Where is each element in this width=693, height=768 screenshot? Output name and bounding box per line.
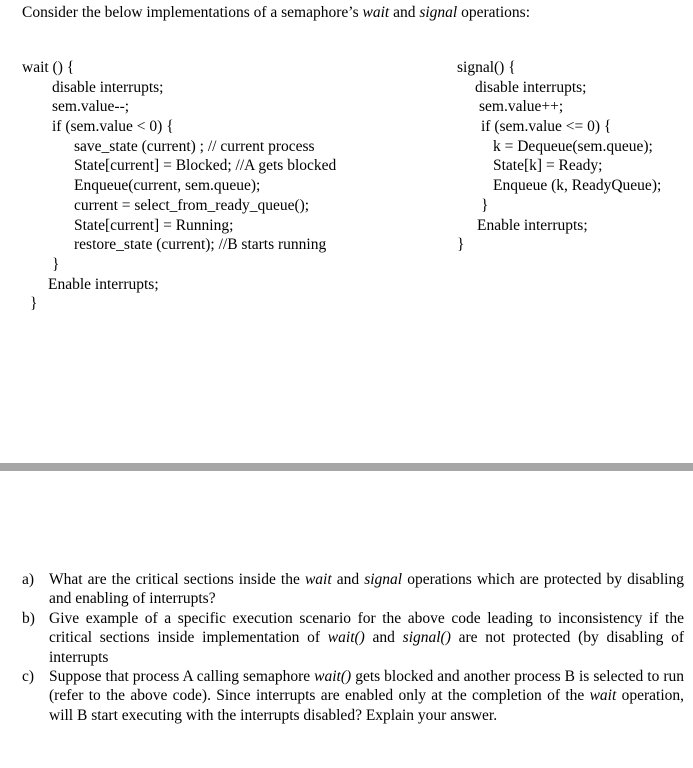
- question-emphasis: wait(): [314, 668, 352, 686]
- signal-code-line: }: [457, 236, 465, 254]
- wait-code-line: if (sem.value < 0) {: [52, 118, 174, 136]
- intro-suffix: operations:: [457, 4, 530, 21]
- question-text: What are the critical sections inside th…: [49, 571, 305, 588]
- question-emphasis: wait(): [327, 629, 365, 647]
- question-text: Suppose that process A calling semaphore: [49, 668, 315, 686]
- question-item: a) What are the critical sections inside …: [22, 570, 684, 609]
- wait-code-line: }: [30, 295, 38, 313]
- question-item: c) Suppose that process A calling semapho…: [22, 667, 684, 725]
- wait-code-line: save_state (current) ; // current proces…: [74, 137, 315, 155]
- signal-code-line: if (sem.value <= 0) {: [481, 118, 612, 136]
- signal-code-line: Enable interrupts;: [477, 216, 588, 234]
- question-emphasis: wait: [304, 571, 332, 588]
- wait-code-line: Enqueue(current, sem.queue);: [74, 177, 261, 195]
- question-text: and: [364, 629, 403, 647]
- wait-code-line: }: [52, 255, 60, 273]
- signal-code-line: State[k] = Ready;: [493, 157, 603, 175]
- intro-wait-word: wait: [362, 4, 390, 21]
- signal-code-line: signal() {: [457, 59, 516, 76]
- wait-code-line: Enable interrupts;: [48, 275, 159, 293]
- wait-code-line: restore_state (current); //B starts runn…: [74, 236, 327, 254]
- question-emphasis: signal: [364, 571, 403, 588]
- wait-code-block: wait () { disable interrupts; sem.value--;…: [22, 58, 336, 314]
- question-label: c): [22, 668, 35, 686]
- wait-code-line: wait () {: [22, 59, 75, 76]
- intro-sentence: Consider the below implementations of a …: [22, 4, 530, 22]
- signal-code-line: sem.value++;: [479, 98, 564, 116]
- intro-signal-word: signal: [419, 4, 458, 21]
- signal-code-block: signal() { disable interrupts; sem.value++…: [457, 58, 661, 255]
- wait-code-line: State[current] = Running;: [74, 216, 234, 234]
- question-item: b) Give example of a specific execution s…: [22, 609, 684, 667]
- questions-list: a) What are the critical sections inside …: [22, 570, 684, 725]
- wait-code-line: disable interrupts;: [52, 78, 164, 96]
- question-emphasis: signal(): [402, 629, 451, 647]
- signal-code-line: k = Dequeue(sem.queue);: [493, 137, 653, 155]
- question-text: and: [331, 571, 365, 588]
- section-divider: [0, 463, 693, 471]
- question-emphasis: wait: [589, 687, 617, 705]
- signal-code-line: disable interrupts;: [475, 78, 587, 96]
- question-label: a): [22, 571, 35, 588]
- wait-code-line: current = select_from_ready_queue();: [74, 196, 310, 214]
- signal-code-line: Enqueue (k, ReadyQueue);: [493, 177, 662, 195]
- intro-and-word: and: [389, 4, 420, 21]
- wait-code-line: State[current] = Blocked; //A gets block…: [74, 157, 337, 175]
- wait-code-line: sem.value--;: [52, 98, 130, 116]
- intro-prefix: Consider the below implementations of a …: [22, 4, 363, 21]
- signal-code-line: }: [481, 196, 489, 214]
- question-label: b): [22, 609, 35, 627]
